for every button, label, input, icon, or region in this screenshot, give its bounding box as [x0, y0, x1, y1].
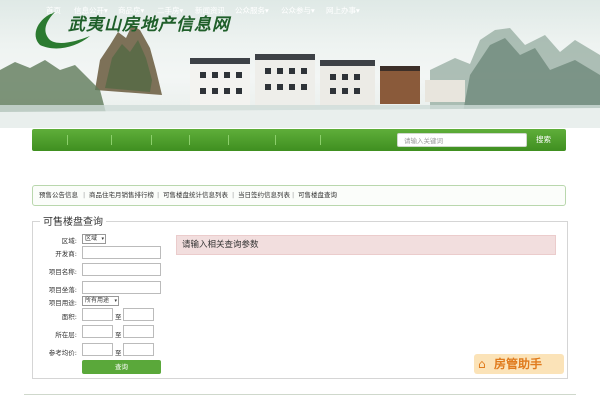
panel-title: 可售楼盘查询 [40, 213, 106, 228]
area-max-input[interactable] [123, 308, 154, 321]
project-use-select[interactable]: 所有用途 ▾ [82, 296, 119, 306]
crumb-presale-notice[interactable]: 预售公告信息 [39, 186, 78, 205]
floor-to-label: 至 [115, 331, 122, 339]
floor-min-input[interactable] [82, 325, 113, 338]
search-button[interactable]: 搜索 [536, 129, 551, 151]
nav-separator [67, 135, 68, 145]
search-input[interactable]: 请输入关键词 [397, 133, 527, 147]
nav-home[interactable]: 首页 [46, 0, 61, 22]
nav-separator [151, 135, 152, 145]
chevron-down-icon: ▾ [114, 298, 117, 304]
ref-price-label: 参考均价: [48, 349, 77, 357]
nav-online-service[interactable]: 网上办事▾ [326, 0, 360, 22]
nav-public-participation[interactable]: 公众参与▾ [281, 0, 315, 22]
crumb-separator: | [232, 191, 235, 199]
price-to-label: 至 [115, 349, 122, 357]
footer-divider [24, 394, 576, 395]
price-max-input[interactable] [123, 343, 154, 356]
project-location-input[interactable] [82, 281, 161, 294]
area-min-input[interactable] [82, 308, 113, 321]
price-min-input[interactable] [82, 343, 113, 356]
area-to-label: 至 [115, 313, 122, 321]
query-button[interactable]: 查询 [82, 360, 161, 374]
nav-public-service[interactable]: 公众服务▾ [235, 0, 269, 22]
nav-info-public[interactable]: 信息公开▾ [74, 0, 108, 22]
crumb-separator: | [157, 191, 160, 199]
project-name-label: 项目名称: [48, 268, 77, 276]
nav-separator [228, 135, 229, 145]
district-select[interactable]: 区域 ▾ [82, 234, 106, 244]
floor-max-input[interactable] [123, 325, 154, 338]
crumb-stat-list[interactable]: 可售楼盘统计信息列表 [163, 186, 228, 205]
district-select-value: 区域 [85, 235, 98, 242]
nav-commercial-housing[interactable]: 商品房▾ [118, 0, 144, 22]
nav-separator [189, 135, 190, 145]
district-label: 区域: [61, 237, 77, 245]
message-box: 请输入相关查询参数 [176, 235, 556, 255]
project-location-label: 项目坐落: [48, 286, 77, 294]
developer-label: 开发商: [55, 250, 77, 258]
nav-separator [320, 135, 321, 145]
nav-news[interactable]: 新闻资讯 [195, 0, 225, 22]
project-use-label: 项目用途: [48, 299, 77, 307]
nav-separator [111, 135, 112, 145]
nav-second-hand[interactable]: 二手房▾ [157, 0, 183, 22]
crumb-separator: | [292, 191, 295, 199]
watermark-badge: ⌂ 房管助手 [474, 354, 564, 374]
floor-label: 所在层: [55, 331, 77, 339]
watermark-text: 房管助手 [494, 357, 543, 371]
project-use-select-value: 所有用途 [85, 297, 110, 304]
developer-input[interactable] [82, 246, 161, 259]
crumb-available-query[interactable]: 可售楼盘查询 [298, 186, 337, 205]
house-icon: ⌂ [478, 357, 486, 371]
nav-separator [275, 135, 276, 145]
project-name-input[interactable] [82, 263, 161, 276]
crumb-sales-ranking[interactable]: 商品住宅月销售排行榜 [89, 186, 154, 205]
message-text: 请输入相关查询参数 [182, 240, 259, 250]
crumb-daily-signing[interactable]: 当日签约信息列表 [238, 186, 290, 205]
area-label: 面积: [61, 313, 77, 321]
chevron-down-icon: ▾ [101, 236, 104, 242]
crumb-separator: | [83, 191, 86, 199]
